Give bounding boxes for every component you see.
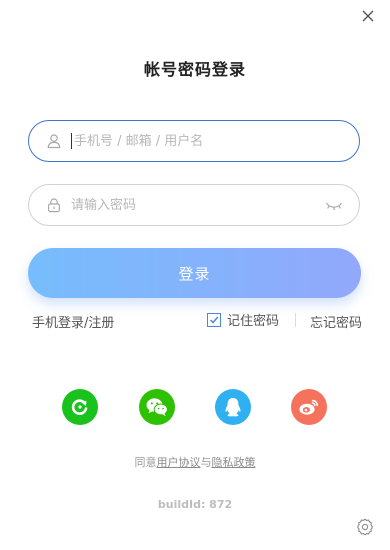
agreement-text: 同意用户协议与隐私政策 <box>0 454 390 470</box>
password-input[interactable] <box>71 197 301 213</box>
text-caret <box>71 133 72 149</box>
user-icon <box>46 133 62 149</box>
eye-closed-icon[interactable] <box>325 198 343 212</box>
remember-checkbox[interactable] <box>207 312 221 327</box>
username-input[interactable] <box>74 133 304 149</box>
weibo-icon[interactable] <box>291 389 327 425</box>
gear-icon[interactable] <box>356 518 374 536</box>
login-button[interactable]: 登录 <box>28 248 361 298</box>
build-id: buildId: 872 <box>157 498 233 511</box>
qq-penguin-icon[interactable] <box>215 389 251 425</box>
close-icon[interactable] <box>360 8 376 24</box>
agreement-prefix: 同意 <box>134 456 157 469</box>
checkmark-icon <box>209 316 219 324</box>
login-options-row: 手机登录/注册 记住密码 忘记密码 <box>32 310 362 331</box>
forgot-password-link[interactable]: 忘记密码 <box>310 312 362 331</box>
privacy-policy-link[interactable]: 隐私政策 <box>212 456 256 469</box>
password-field[interactable] <box>28 184 360 226</box>
remember-password-toggle[interactable]: 记住密码 <box>207 310 279 329</box>
username-field[interactable] <box>28 120 360 162</box>
phone-login-link[interactable]: 手机登录/注册 <box>32 312 114 331</box>
lock-icon <box>46 197 62 213</box>
page-title: 帐号密码登录 <box>143 60 246 79</box>
login-window: 帐号密码登录 登录 <box>0 0 390 550</box>
login-button-label: 登录 <box>178 264 211 283</box>
refresh-arrow-icon[interactable] <box>62 389 98 425</box>
social-login-row <box>0 389 390 425</box>
user-agreement-link[interactable]: 用户协议 <box>157 456 201 469</box>
agreement-conjunction: 与 <box>200 456 212 469</box>
wechat-icon[interactable] <box>139 389 175 425</box>
divider <box>295 313 296 327</box>
remember-label: 记住密码 <box>227 314 280 329</box>
